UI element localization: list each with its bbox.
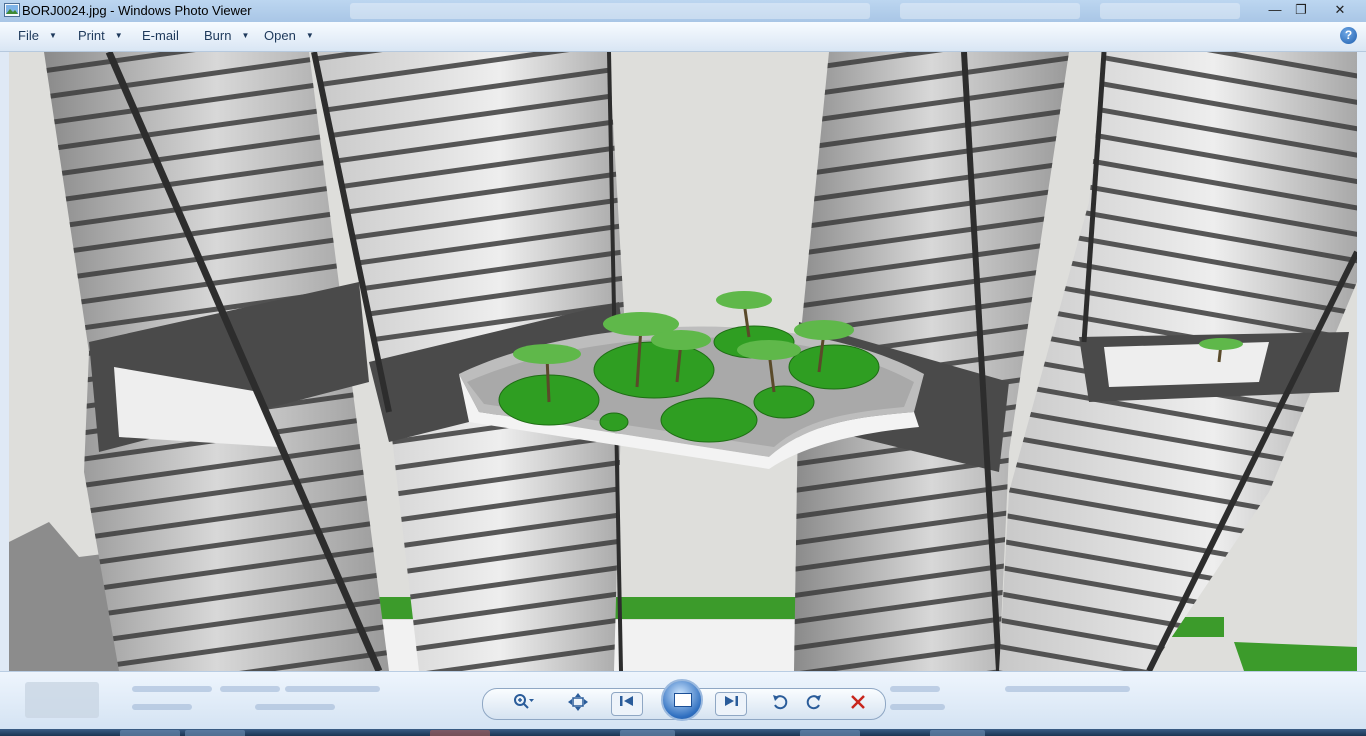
rotate-clockwise-icon[interactable] <box>803 693 825 715</box>
slideshow-icon <box>674 693 692 707</box>
window-title: BORJ0024.jpg - Windows Photo Viewer <box>22 3 252 18</box>
architectural-rendering-image <box>9 52 1357 671</box>
title-bar: BORJ0024.jpg - Windows Photo Viewer — ❐ … <box>0 0 1366 22</box>
next-icon[interactable] <box>715 692 747 716</box>
rotate-counterclockwise-icon[interactable] <box>769 693 791 715</box>
details-blur <box>890 686 940 692</box>
zoom-icon[interactable] <box>509 693 539 715</box>
photo-viewer-app-icon <box>4 3 20 17</box>
file-menu[interactable]: File ▼ <box>18 28 57 43</box>
restore-button[interactable]: ❐ <box>1288 1 1314 19</box>
print-menu-label: Print <box>78 28 105 43</box>
details-blur <box>132 704 192 710</box>
details-blur <box>220 686 280 692</box>
delete-icon[interactable] <box>847 693 869 715</box>
bottom-control-panel <box>0 671 1366 730</box>
photo-display-area[interactable] <box>9 52 1357 671</box>
taskbar-item[interactable] <box>185 730 245 736</box>
chevron-down-icon: ▼ <box>241 31 250 40</box>
details-blur <box>132 686 212 692</box>
slideshow-button[interactable] <box>661 679 703 721</box>
burn-menu-label: Burn <box>204 28 232 43</box>
details-blur <box>1005 686 1130 692</box>
details-blur <box>890 704 945 710</box>
taskbar-item[interactable] <box>620 730 675 736</box>
close-button[interactable]: ✕ <box>1326 1 1354 19</box>
chevron-down-icon: ▼ <box>114 31 123 40</box>
taskbar-item[interactable] <box>120 730 180 736</box>
file-menu-label: File <box>18 28 39 43</box>
open-menu[interactable]: Open ▼ <box>264 28 314 43</box>
chevron-down-icon: ▼ <box>48 31 57 40</box>
open-menu-label: Open <box>264 28 296 43</box>
background-window-ghost <box>350 3 870 19</box>
email-button[interactable]: E-mail <box>142 28 179 43</box>
details-blur <box>255 704 335 710</box>
image-thumbnail <box>25 682 99 718</box>
background-window-ghost <box>900 3 1080 19</box>
menu-bar: File ▼ Print ▼ E-mail Burn ▼ Open ▼ ? <box>0 22 1366 52</box>
burn-menu[interactable]: Burn ▼ <box>204 28 249 43</box>
chevron-down-icon: ▼ <box>305 31 314 40</box>
previous-icon[interactable] <box>611 692 643 716</box>
details-blur <box>285 686 380 692</box>
taskbar-item[interactable] <box>430 730 490 736</box>
taskbar-item[interactable] <box>800 730 860 736</box>
print-menu[interactable]: Print ▼ <box>78 28 123 43</box>
minimize-button[interactable]: — <box>1262 1 1288 19</box>
viewer-controls <box>482 679 886 721</box>
background-window-ghost <box>1100 3 1240 19</box>
taskbar <box>0 729 1366 736</box>
fit-to-window-icon[interactable] <box>567 693 589 715</box>
help-icon[interactable]: ? <box>1340 27 1357 44</box>
taskbar-item[interactable] <box>930 730 985 736</box>
